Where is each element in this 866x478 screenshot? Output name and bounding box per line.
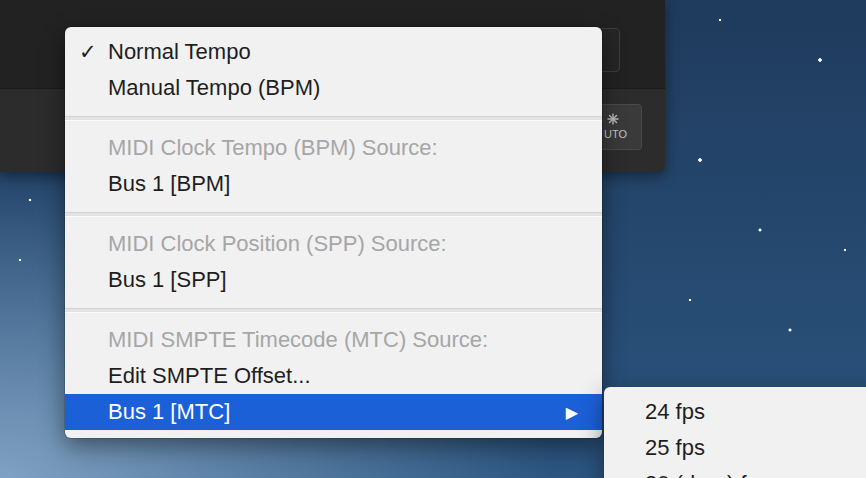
menu-separator bbox=[65, 298, 602, 322]
menu-item[interactable]: Edit SMPTE Offset... bbox=[65, 358, 602, 394]
submenu-item[interactable]: 24 fps bbox=[604, 394, 866, 430]
submenu-item[interactable]: 30 (drop) f bbox=[604, 466, 866, 478]
menu-header: MIDI Clock Position (SPP) Source: bbox=[65, 226, 602, 262]
menu-header: MIDI SMPTE Timecode (MTC) Source: bbox=[65, 322, 602, 358]
menu-item[interactable]: ✓ Normal Tempo bbox=[65, 34, 602, 70]
menu-item[interactable]: Bus 1 [MTC] ▶ bbox=[65, 394, 602, 430]
menu-separator bbox=[65, 202, 602, 226]
submenu: 24 fps25 fps30 (drop) f bbox=[604, 387, 866, 478]
menu-header: MIDI Clock Tempo (BPM) Source: bbox=[65, 130, 602, 166]
desktop: UTO ✓ Normal Tempo Manual Tempo (BPM) MI… bbox=[0, 0, 866, 478]
starburst-icon bbox=[607, 113, 619, 125]
submenu-item[interactable]: 25 fps bbox=[604, 430, 866, 466]
auto-label: UTO bbox=[604, 128, 627, 140]
check-icon: ✓ bbox=[65, 40, 108, 64]
context-menu: ✓ Normal Tempo Manual Tempo (BPM) MIDI C… bbox=[65, 27, 602, 438]
menu-item[interactable]: Bus 1 [SPP] bbox=[65, 262, 602, 298]
submenu-arrow-icon: ▶ bbox=[566, 403, 602, 422]
menu-item[interactable]: Bus 1 [BPM] bbox=[65, 166, 602, 202]
menu-item[interactable]: Manual Tempo (BPM) bbox=[65, 70, 602, 106]
menu-separator bbox=[65, 106, 602, 130]
